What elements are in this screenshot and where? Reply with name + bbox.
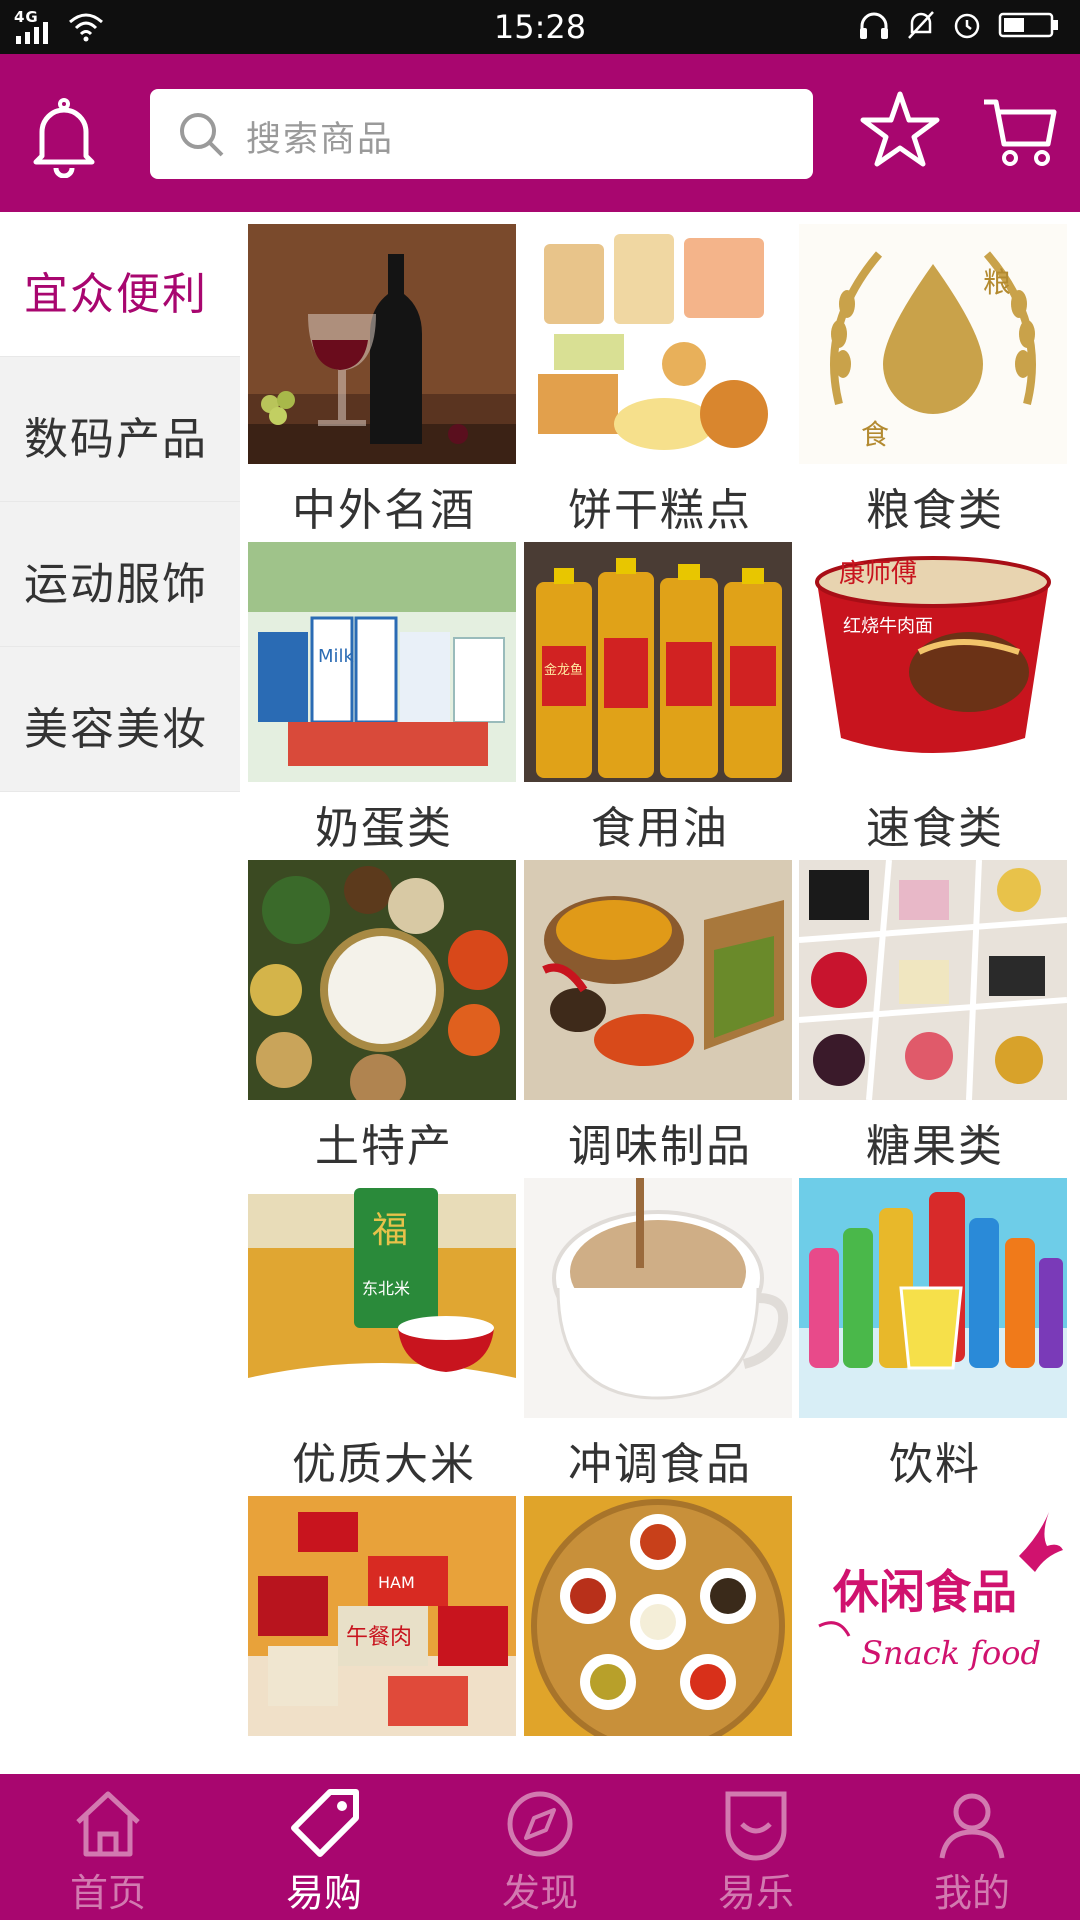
user-icon — [939, 1793, 1005, 1859]
search-icon — [180, 113, 224, 157]
category-label: 速食类 — [866, 803, 1004, 854]
sidebar-item-label: 数码产品 — [24, 414, 208, 465]
category-oil[interactable]: 金龙鱼 食用油 — [524, 542, 796, 856]
dairy-image: Milk — [248, 542, 516, 782]
tag-icon — [291, 1789, 359, 1857]
category-grain[interactable]: 粮 食 粮食类 — [799, 224, 1071, 538]
compass-icon — [507, 1791, 573, 1857]
sidebar-item-convenience[interactable]: 宜众便利 — [0, 212, 240, 357]
tab-label: 易购 — [285, 1871, 362, 1915]
tab-discover[interactable]: 发现 — [432, 1774, 648, 1920]
category-sidebar: 宜众便利 数码产品 运动服饰 美容美妆 — [0, 212, 240, 792]
category-label: 饮料 — [889, 1439, 981, 1490]
category-label: 奶蛋类 — [315, 803, 453, 854]
oil-image-text: 金龙鱼 — [544, 662, 583, 678]
smile-icon — [725, 1791, 787, 1861]
grain-image-text-2: 食 — [861, 418, 889, 451]
category-label: 冲调食品 — [568, 1439, 752, 1490]
instant-noodle-image: 康师傅 红烧牛肉面 — [799, 542, 1067, 782]
category-local-specialty[interactable]: 土特产 — [248, 860, 520, 1174]
local-specialty-image — [248, 860, 516, 1100]
mute-bell-icon — [908, 11, 934, 39]
snack-food-subtitle: Snack food — [861, 1634, 1041, 1672]
category-canned-meat[interactable]: 午餐肉 HAM — [248, 1496, 520, 1746]
biscuits-image — [524, 224, 792, 464]
noodle-flavor-text: 红烧牛肉面 — [843, 616, 933, 637]
canned-meat-text: 午餐肉 — [346, 1625, 412, 1650]
sidebar-item-beauty[interactable]: 美容美妆 — [0, 647, 240, 792]
search-bar[interactable]: 搜索商品 — [150, 89, 813, 179]
grain-image-text-1: 粮 — [983, 266, 1011, 299]
side-dishes-image — [524, 1496, 792, 1736]
beverage-image — [799, 1178, 1067, 1418]
rice-bag-text: 东北米 — [362, 1279, 410, 1298]
sidebar-item-label: 宜众便利 — [24, 269, 208, 320]
top-header: 搜索商品 — [0, 54, 1080, 212]
tab-home[interactable]: 首页 — [0, 1774, 216, 1920]
category-label: 中外名酒 — [292, 485, 476, 536]
rice-image: 福 东北米 — [248, 1178, 516, 1418]
alarm-icon — [954, 13, 980, 39]
category-label: 土特产 — [315, 1121, 453, 1172]
favorite-star-icon[interactable] — [858, 88, 942, 172]
category-label: 粮食类 — [866, 485, 1004, 536]
tab-label: 易乐 — [717, 1871, 794, 1915]
battery-icon — [998, 12, 1058, 38]
tab-fun[interactable]: 易乐 — [648, 1774, 864, 1920]
category-label: 食用油 — [591, 803, 729, 854]
grain-image: 粮 食 — [799, 224, 1067, 464]
noodle-brand-text: 康师傅 — [839, 559, 917, 589]
search-placeholder: 搜索商品 — [246, 120, 395, 160]
oil-image: 金龙鱼 — [524, 542, 792, 782]
cart-icon[interactable] — [982, 88, 1058, 172]
category-biscuits[interactable]: 饼干糕点 — [524, 224, 796, 538]
canned-meat-ham-text: HAM — [378, 1573, 415, 1592]
tab-shop[interactable]: 易购 — [216, 1774, 432, 1920]
rice-bag-brand-text: 福 — [372, 1210, 408, 1251]
category-snack-food[interactable]: 休闲食品 Snack food — [799, 1496, 1071, 1746]
category-drink-mix[interactable]: 冲调食品 — [524, 1178, 796, 1492]
category-label: 糖果类 — [866, 1121, 1004, 1172]
category-label: 饼干糕点 — [568, 485, 752, 536]
candy-image — [799, 860, 1067, 1100]
category-rice[interactable]: 福 东北米 优质大米 — [248, 1178, 520, 1492]
bell-icon[interactable] — [28, 94, 100, 178]
sidebar-item-label: 美容美妆 — [24, 704, 208, 755]
category-wine[interactable]: 中外名酒 — [248, 224, 520, 538]
category-beverage[interactable]: 饮料 — [799, 1178, 1071, 1492]
home-icon — [76, 1791, 140, 1857]
category-label: 优质大米 — [292, 1439, 476, 1490]
category-dairy[interactable]: Milk 奶蛋类 — [248, 542, 520, 856]
seasoning-image — [524, 860, 792, 1100]
category-label: 调味制品 — [568, 1121, 752, 1172]
dairy-image-text: Milk — [318, 646, 355, 667]
snack-food-title: 休闲食品 — [832, 1565, 1017, 1619]
headphones-icon — [860, 12, 888, 39]
status-bar: 4G 15:28 — [0, 0, 1080, 54]
canned-meat-image: 午餐肉 HAM — [248, 1496, 516, 1736]
category-seasoning[interactable]: 调味制品 — [524, 860, 796, 1174]
bottom-tab-bar: 首页 易购 发现 易乐 我的 — [0, 1774, 1080, 1920]
category-candy[interactable]: 糖果类 — [799, 860, 1071, 1174]
drink-mix-image — [524, 1178, 792, 1418]
category-side-dishes[interactable] — [524, 1496, 796, 1746]
sidebar-item-digital[interactable]: 数码产品 — [0, 357, 240, 502]
sidebar-item-sports[interactable]: 运动服饰 — [0, 502, 240, 647]
wine-image — [248, 224, 516, 464]
sidebar-item-label: 运动服饰 — [24, 559, 208, 610]
tab-label: 我的 — [933, 1871, 1010, 1915]
category-instant-food[interactable]: 康师傅 红烧牛肉面 速食类 — [799, 542, 1071, 856]
tab-label: 发现 — [501, 1871, 578, 1915]
tab-label: 首页 — [69, 1871, 146, 1915]
snack-food-image: 休闲食品 Snack food — [799, 1496, 1067, 1736]
tab-mine[interactable]: 我的 — [864, 1774, 1080, 1920]
